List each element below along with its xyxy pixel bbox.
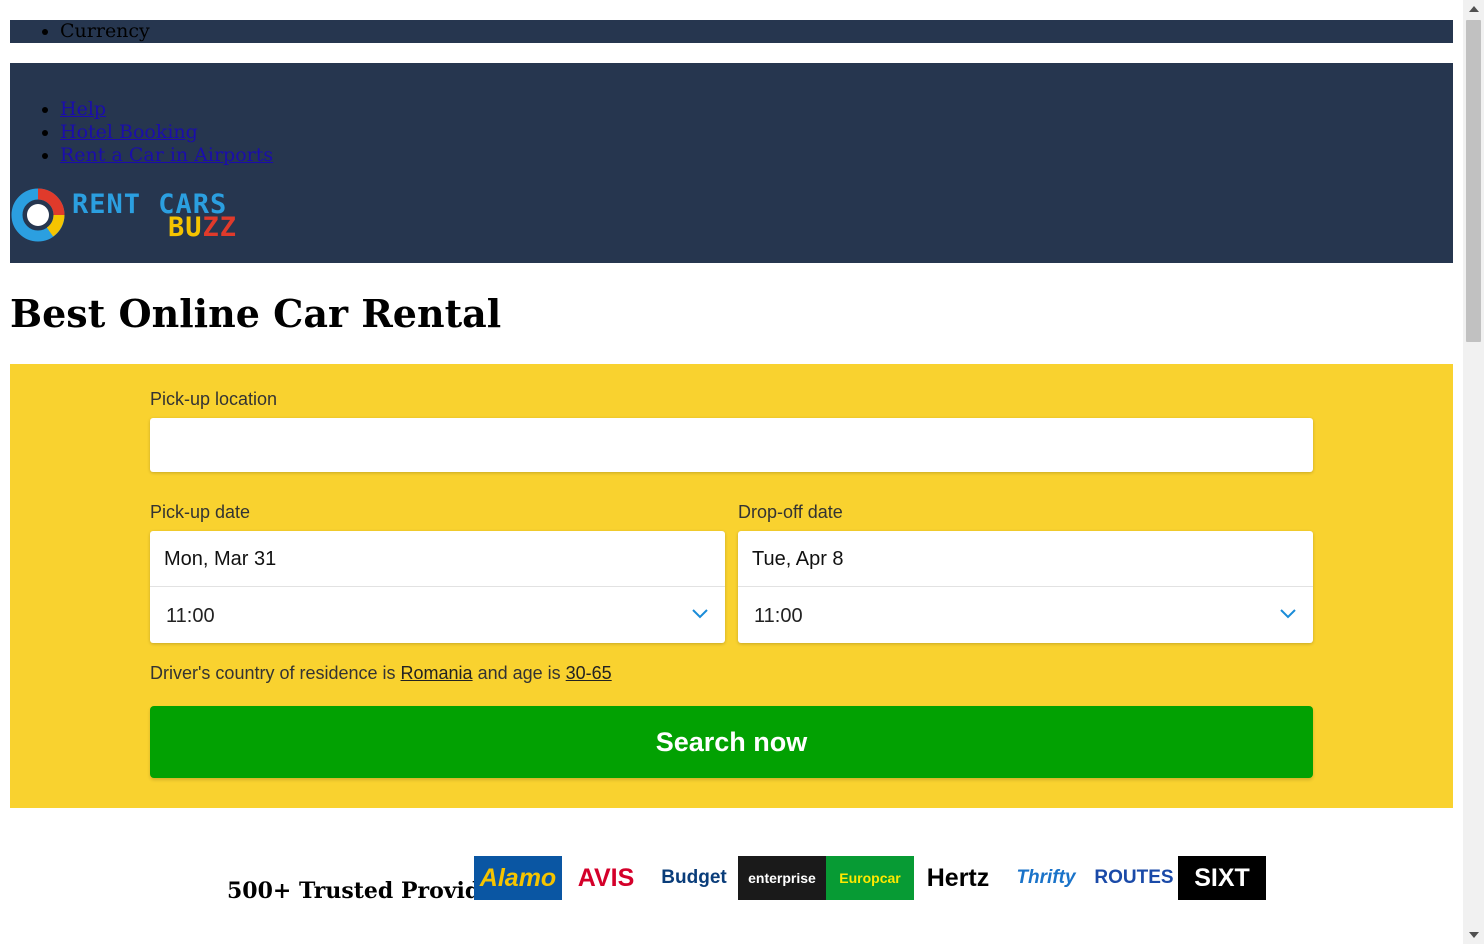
provider-logos: Alamo AVIS Budget enterprise Europcar Hertz Th… [474, 856, 1266, 900]
residence-country-link[interactable]: Romania [401, 663, 473, 683]
driver-age-link[interactable]: 30-65 [566, 663, 612, 683]
top-bar: Currency [10, 20, 1453, 43]
scroll-up-arrow-icon[interactable] [1469, 6, 1479, 12]
scrollbar-thumb[interactable] [1466, 20, 1481, 342]
logo-text-buzz: BUZZ [168, 212, 238, 243]
pickup-datetime-box: Mon, Mar 31 11:00 [150, 531, 725, 643]
divider [738, 586, 1313, 587]
logo-circle-icon [11, 188, 65, 242]
provider-logo-routes: ROUTES [1090, 856, 1178, 900]
nav-link-help[interactable]: Help [60, 98, 106, 120]
currency-menu-item[interactable]: Currency [60, 20, 1453, 43]
provider-logo-sixt: SIXT [1178, 856, 1266, 900]
site-header: Help Hotel Booking Rent a Car in Airport… [10, 63, 1453, 263]
provider-logo-budget: Budget [650, 856, 738, 900]
provider-logo-enterprise: enterprise [738, 856, 826, 900]
driver-residence-text: Driver's country of residence is Romania… [150, 663, 612, 683]
pickup-location-field [150, 418, 1313, 472]
site-logo[interactable]: RENT CARS BUZZ [10, 185, 250, 245]
nav-link-hotel-booking[interactable]: Hotel Booking [60, 121, 198, 143]
provider-logo-alamo: Alamo [474, 856, 562, 900]
dropoff-date-field[interactable]: Tue, Apr 8 [752, 548, 844, 571]
page-title: Best Online Car Rental [10, 291, 502, 336]
divider [150, 586, 725, 587]
top-bar-list: Currency [10, 20, 1453, 43]
scroll-down-arrow-icon[interactable] [1469, 932, 1479, 938]
provider-logo-thrifty: Thrifty [1002, 856, 1090, 900]
provider-logo-europcar: Europcar [826, 856, 914, 900]
chevron-down-icon[interactable] [1279, 605, 1297, 623]
dropoff-datetime-box: Tue, Apr 8 11:00 [738, 531, 1313, 643]
pickup-time-select[interactable]: 11:00 [166, 605, 215, 628]
dropoff-time-select[interactable]: 11:00 [754, 605, 803, 628]
pickup-location-label: Pick-up location [150, 389, 278, 409]
provider-logo-hertz: Hertz [914, 856, 1002, 900]
vertical-scrollbar[interactable] [1463, 0, 1484, 944]
search-form: Pick-up location Pick-up date Mon, Mar 3… [10, 364, 1453, 808]
pickup-date-label: Pick-up date [150, 502, 251, 522]
pickup-location-input[interactable] [150, 418, 1313, 472]
header-nav: Help Hotel Booking Rent a Car in Airport… [10, 98, 273, 167]
chevron-down-icon[interactable] [691, 605, 709, 623]
search-now-button[interactable]: Search now [150, 706, 1313, 778]
provider-logo-avis: AVIS [562, 856, 650, 900]
dropoff-date-label: Drop-off date [738, 502, 843, 522]
nav-link-rent-car-airports[interactable]: Rent a Car in Airports [60, 144, 273, 166]
pickup-date-field[interactable]: Mon, Mar 31 [164, 548, 276, 571]
